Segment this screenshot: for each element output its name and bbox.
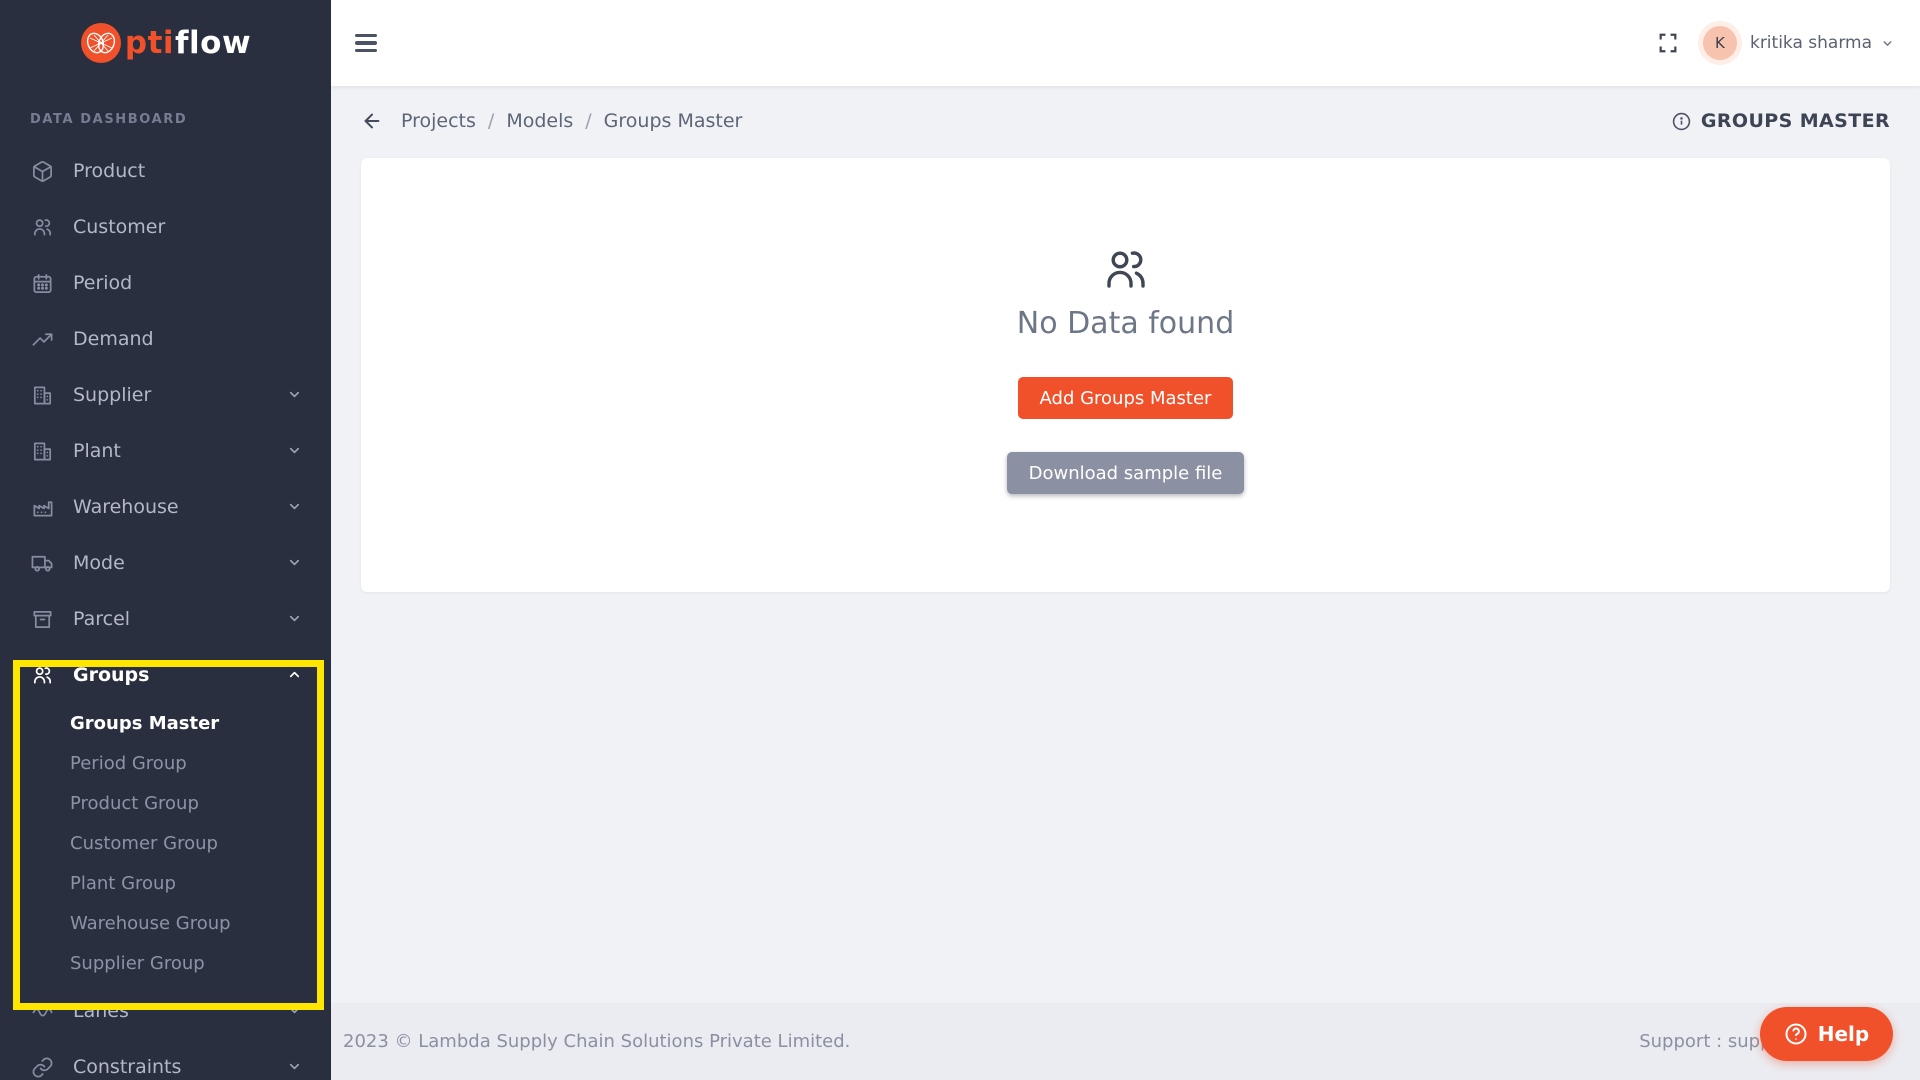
sidebar-item-label: Mode xyxy=(73,552,287,574)
sidebar-nav: Product Customer Period Demand Supplier Plant… xyxy=(0,127,331,1080)
truck-icon xyxy=(30,551,54,575)
sidebar-item-plant[interactable]: Plant xyxy=(0,423,331,479)
optiflow-logo-icon xyxy=(80,22,122,64)
empty-state-title: No Data found xyxy=(1017,306,1235,341)
sidebar-item-customer[interactable]: Customer xyxy=(0,199,331,255)
sidebar-item-period[interactable]: Period xyxy=(0,255,331,311)
chevron-down-icon xyxy=(1881,37,1894,50)
sidebar-item-label: Groups xyxy=(73,664,287,686)
sidebar-item-groups[interactable]: Groups xyxy=(0,647,331,703)
sidebar-subitem-warehouse-group[interactable]: Warehouse Group xyxy=(0,903,331,943)
sidebar: ptiflow DATA DASHBOARD Product Customer Pe… xyxy=(0,0,331,1080)
page-title: GROUPS MASTER xyxy=(1701,110,1890,132)
chevron-down-icon xyxy=(287,443,303,459)
chevron-down-icon xyxy=(287,611,303,627)
fullscreen-icon[interactable] xyxy=(1657,32,1679,54)
sidebar-subitem-supplier-group[interactable]: Supplier Group xyxy=(0,943,331,983)
sidebar-item-parcel[interactable]: Parcel xyxy=(0,591,331,647)
empty-state-card: No Data found Add Groups Master Download… xyxy=(361,158,1890,592)
sidebar-subitem-groups-master[interactable]: Groups Master xyxy=(0,703,331,743)
help-circle-icon xyxy=(1784,1022,1808,1046)
avatar[interactable]: K xyxy=(1703,26,1737,60)
sidebar-item-label: Period xyxy=(73,272,303,294)
sidebar-item-mode[interactable]: Mode xyxy=(0,535,331,591)
sidebar-item-lanes[interactable]: Lanes xyxy=(0,983,331,1039)
breadcrumb: Projects / Models / Groups Master xyxy=(361,110,742,132)
user-menu[interactable]: K kritika sharma xyxy=(1703,26,1894,60)
sidebar-item-warehouse[interactable]: Warehouse xyxy=(0,479,331,535)
sidebar-item-supplier[interactable]: Supplier xyxy=(0,367,331,423)
sidebar-item-label: Demand xyxy=(73,328,303,350)
sidebar-item-label: Supplier xyxy=(73,384,287,406)
back-arrow-icon[interactable] xyxy=(361,110,383,132)
help-label: Help xyxy=(1818,1022,1869,1046)
sidebar-subitem-product-group[interactable]: Product Group xyxy=(0,783,331,823)
route-icon xyxy=(30,999,54,1023)
breadcrumb-separator: / xyxy=(488,110,494,132)
package-icon xyxy=(30,159,54,183)
factory-icon xyxy=(30,495,54,519)
chevron-down-icon xyxy=(287,1003,303,1019)
breadcrumb-item-models[interactable]: Models xyxy=(506,110,573,132)
chevron-down-icon xyxy=(287,1059,303,1075)
chevron-up-icon xyxy=(287,667,303,683)
link-icon xyxy=(30,1055,54,1079)
chevron-down-icon xyxy=(287,555,303,571)
footer: 2023 © Lambda Supply Chain Solutions Pri… xyxy=(331,1003,1920,1080)
building-icon xyxy=(30,439,54,463)
parcel-icon xyxy=(30,607,54,631)
breadcrumb-separator: / xyxy=(585,110,591,132)
trending-up-icon xyxy=(30,327,54,351)
main-column: K kritika sharma Projects / Models / Groups … xyxy=(331,0,1920,1080)
copyright-text: 2023 © Lambda Supply Chain Solutions Pri… xyxy=(343,1031,850,1052)
building-icon xyxy=(30,383,54,407)
logo-area: ptiflow xyxy=(0,0,331,86)
page-title-wrap: GROUPS MASTER xyxy=(1672,110,1890,132)
sidebar-item-product[interactable]: Product xyxy=(0,143,331,199)
sidebar-item-constraints[interactable]: Constraints xyxy=(0,1039,331,1080)
sidebar-section-label: DATA DASHBOARD xyxy=(0,112,331,127)
group-icon xyxy=(1102,246,1150,294)
optiflow-logo[interactable]: ptiflow xyxy=(80,22,251,64)
chevron-down-icon xyxy=(287,499,303,515)
sidebar-subitem-period-group[interactable]: Period Group xyxy=(0,743,331,783)
breadcrumb-item-projects[interactable]: Projects xyxy=(401,110,476,132)
chevron-down-icon xyxy=(287,387,303,403)
sidebar-item-demand[interactable]: Demand xyxy=(0,311,331,367)
info-icon[interactable] xyxy=(1672,112,1691,131)
help-button[interactable]: Help xyxy=(1760,1007,1893,1061)
sidebar-item-label: Plant xyxy=(73,440,287,462)
sidebar-subitem-customer-group[interactable]: Customer Group xyxy=(0,823,331,863)
download-sample-file-button[interactable]: Download sample file xyxy=(1007,452,1245,494)
sidebar-item-label: Customer xyxy=(73,216,303,238)
sidebar-item-label: Product xyxy=(73,160,303,182)
sidebar-item-label: Parcel xyxy=(73,608,287,630)
group-icon xyxy=(30,663,54,687)
sidebar-item-label: Warehouse xyxy=(73,496,287,518)
users-icon xyxy=(30,215,54,239)
add-groups-master-button[interactable]: Add Groups Master xyxy=(1018,377,1234,419)
sidebar-item-label: Constraints xyxy=(73,1056,287,1078)
topbar: K kritika sharma xyxy=(331,0,1920,86)
breadcrumb-item-groups-master[interactable]: Groups Master xyxy=(604,110,743,132)
content-area: Projects / Models / Groups Master GROUPS MAS… xyxy=(331,86,1920,1003)
logo-text-opti: pti xyxy=(125,25,174,61)
menu-toggle-icon[interactable] xyxy=(355,34,377,52)
logo-text-flow: flow xyxy=(175,25,251,61)
sidebar-subitem-plant-group[interactable]: Plant Group xyxy=(0,863,331,903)
calendar-icon xyxy=(30,271,54,295)
sidebar-item-label: Lanes xyxy=(73,1000,287,1022)
user-name: kritika sharma xyxy=(1750,33,1872,53)
